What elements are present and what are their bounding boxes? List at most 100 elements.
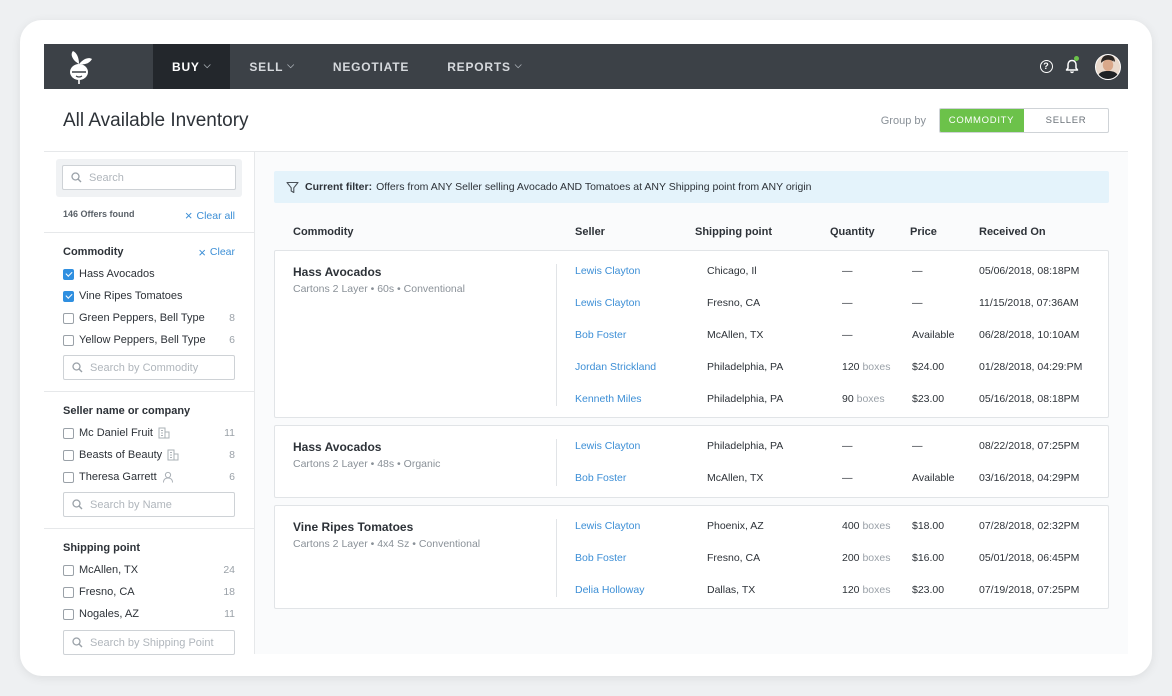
- checkbox[interactable]: [63, 334, 74, 346]
- received-on: 05/16/2018, 08:18PM: [979, 393, 1080, 405]
- quantity-value: —: [842, 440, 853, 452]
- group-by-seller-button[interactable]: SELLER: [1024, 109, 1108, 132]
- shipping-point: Philadelphia, PA: [707, 393, 784, 405]
- quantity-value: 200: [842, 552, 860, 564]
- quantity: 400 boxes: [842, 520, 890, 532]
- table-row[interactable]: Jordan Strickland Philadelphia, PA 120 b…: [275, 347, 1108, 379]
- checkbox[interactable]: [63, 586, 74, 598]
- commodity-clear-link[interactable]: × Clear: [198, 246, 235, 259]
- results-row: 146 Offers found × Clear all: [63, 209, 235, 222]
- building-icon: [167, 449, 179, 461]
- seller-link[interactable]: Lewis Clayton: [575, 520, 640, 532]
- checkbox[interactable]: [63, 268, 74, 280]
- group-by-commodity-button[interactable]: COMMODITY: [940, 109, 1024, 132]
- table-row[interactable]: Lewis Clayton Fresno, CA — — 11/15/2018,…: [275, 283, 1108, 315]
- checkbox[interactable]: [63, 608, 74, 620]
- checkbox[interactable]: [63, 312, 74, 324]
- checkbox[interactable]: [63, 427, 74, 439]
- seller-option[interactable]: Beasts of Beauty 8: [63, 444, 235, 466]
- column-header[interactable]: Commodity: [293, 226, 354, 238]
- commodity-group-card: Vine Ripes Tomatoes Cartons 2 Layer • 4x…: [274, 505, 1109, 609]
- nav-right: ?: [1033, 44, 1128, 89]
- seller-option[interactable]: Mc Daniel Fruit 11: [63, 422, 235, 444]
- seller-link[interactable]: Bob Foster: [575, 329, 626, 341]
- commodity-group-card: Hass Avocados Cartons 2 Layer • 60s • Co…: [274, 250, 1109, 418]
- option-count: 8: [229, 312, 235, 324]
- seller-link[interactable]: Lewis Clayton: [575, 265, 640, 277]
- commodity-option[interactable]: Green Peppers, Bell Type 8: [63, 307, 235, 329]
- search-icon: [71, 172, 82, 183]
- bell-icon: [1065, 59, 1079, 74]
- price: $24.00: [912, 361, 945, 373]
- shipping-point: Philadelphia, PA: [707, 440, 784, 452]
- group-by-toggle: COMMODITY SELLER: [939, 108, 1109, 133]
- shipping-point: Chicago, Il: [707, 265, 757, 277]
- seller-search-input[interactable]: Search by Name: [63, 492, 235, 517]
- table-row[interactable]: Delia Holloway Dallas, TX 120 boxes $23.…: [275, 570, 1108, 602]
- commodity-option[interactable]: Yellow Peppers, Bell Type 6: [63, 329, 235, 351]
- checkbox[interactable]: [63, 471, 74, 483]
- seller-link[interactable]: Lewis Clayton: [575, 440, 640, 452]
- shipping-search-input[interactable]: Search by Shipping Point: [63, 630, 235, 655]
- clear-all-link[interactable]: × Clear all: [185, 209, 235, 222]
- nav-reports[interactable]: REPORTS ⌵: [428, 44, 541, 89]
- search-icon: [72, 362, 83, 373]
- avatar[interactable]: [1095, 53, 1121, 80]
- column-header[interactable]: Shipping point: [695, 226, 772, 238]
- search-icon: [72, 637, 83, 648]
- commodity-section: Commodity × Clear Hass Avocados Vine Rip: [44, 232, 254, 380]
- seller-option[interactable]: Theresa Garrett 6: [63, 466, 235, 488]
- column-header[interactable]: Received On: [979, 226, 1046, 238]
- seller-link[interactable]: Bob Foster: [575, 552, 626, 564]
- quantity-value: 120: [842, 584, 860, 596]
- shipping-search-placeholder: Search by Shipping Point: [90, 636, 214, 649]
- commodity-option[interactable]: Hass Avocados: [63, 263, 235, 285]
- price: Available: [912, 472, 955, 484]
- top-nav: BUY ⌵ SELL ⌵ NEGOTIATE REPORTS ⌵ ?: [44, 44, 1128, 89]
- nav-buy[interactable]: BUY ⌵: [153, 44, 231, 89]
- user-avatar-icon: [1096, 54, 1120, 79]
- option-count: 18: [223, 586, 235, 598]
- seller-link[interactable]: Delia Holloway: [575, 584, 644, 596]
- nav-negotiate[interactable]: NEGOTIATE: [314, 44, 428, 89]
- column-header[interactable]: Seller: [575, 226, 605, 238]
- seller-link[interactable]: Lewis Clayton: [575, 297, 640, 309]
- nav-sell[interactable]: SELL ⌵: [230, 44, 314, 89]
- seller-link[interactable]: Kenneth Miles: [575, 393, 642, 405]
- shipping-option[interactable]: Fresno, CA 18: [63, 581, 235, 603]
- logo[interactable]: [44, 44, 114, 89]
- option-count: 8: [229, 449, 235, 461]
- notifications-button[interactable]: [1059, 44, 1085, 89]
- table-row[interactable]: Lewis Clayton Chicago, Il — — 05/06/2018…: [275, 251, 1108, 283]
- table-row[interactable]: Lewis Clayton Phoenix, AZ 400 boxes $18.…: [275, 506, 1108, 538]
- table-row[interactable]: Lewis Clayton Philadelphia, PA — — 08/22…: [275, 426, 1108, 458]
- results-count: 146 Offers found: [63, 209, 135, 219]
- seller-section: Seller name or company Mc Daniel Fruit 1…: [44, 391, 254, 517]
- commodity-option[interactable]: Vine Ripes Tomatoes: [63, 285, 235, 307]
- shipping-option[interactable]: Nogales, AZ 11: [63, 603, 235, 625]
- received-on: 06/28/2018, 10:10AM: [979, 329, 1080, 341]
- table-row[interactable]: Bob Foster McAllen, TX — Available 06/28…: [275, 315, 1108, 347]
- column-header[interactable]: Quantity: [830, 226, 875, 238]
- seller-link[interactable]: Jordan Strickland: [575, 361, 656, 373]
- commodity-search-input[interactable]: Search by Commodity: [63, 355, 235, 380]
- column-header[interactable]: Price: [910, 226, 937, 238]
- help-button[interactable]: ?: [1033, 44, 1059, 89]
- checkbox[interactable]: [63, 290, 74, 302]
- price: $23.00: [912, 584, 945, 596]
- nav-buy-label: BUY: [172, 59, 200, 74]
- seller-link[interactable]: Bob Foster: [575, 472, 626, 484]
- table-row[interactable]: Bob Foster McAllen, TX — Available 03/16…: [275, 458, 1108, 490]
- checkbox[interactable]: [63, 564, 74, 576]
- search-input[interactable]: Search: [62, 165, 236, 190]
- table-row[interactable]: Bob Foster Fresno, CA 200 boxes $16.00 0…: [275, 538, 1108, 570]
- table-row[interactable]: Kenneth Miles Philadelphia, PA 90 boxes …: [275, 379, 1108, 411]
- quantity-unit: boxes: [862, 584, 891, 596]
- person-icon: [162, 471, 173, 483]
- notification-dot: [1074, 56, 1079, 61]
- option-count: 11: [224, 608, 235, 620]
- price: $16.00: [912, 552, 945, 564]
- shipping-option[interactable]: McAllen, TX 24: [63, 559, 235, 581]
- checkbox[interactable]: [63, 449, 74, 461]
- quantity: 120 boxes: [842, 584, 890, 596]
